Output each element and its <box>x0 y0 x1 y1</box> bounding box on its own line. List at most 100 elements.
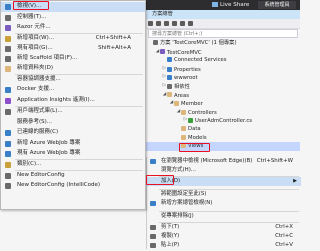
menu-item-label: 新增資料夾(D) <box>17 65 54 71</box>
project-context-menu: 在瀏覽器中檢視 (Microsoft Edge)(B) Ctrl+Shift+W 瀏… <box>146 157 301 250</box>
add-menu-item[interactable]: 服務參考(S)... <box>1 118 145 128</box>
menu-item-label: Razor 元件... <box>17 24 51 30</box>
sync-icon[interactable] <box>156 21 161 26</box>
tree-item[interactable]: ◢ Areas <box>146 91 300 100</box>
menu-item-icon <box>5 109 11 115</box>
add-menu-item[interactable]: 現有項目(G)... Shift+Alt+A <box>1 44 145 54</box>
refresh-icon[interactable] <box>164 21 169 26</box>
context-menu-item[interactable]: 將範圍設定至此(S) <box>147 190 301 199</box>
tree-item[interactable]: ◢ Member <box>146 99 300 108</box>
menu-separator <box>15 73 143 75</box>
menu-item-icon <box>5 66 11 72</box>
home-icon[interactable] <box>148 21 153 26</box>
tree-item-icon <box>167 83 172 89</box>
menu-item-icon <box>5 141 11 147</box>
tree-item[interactable]: Views <box>146 142 300 151</box>
tree-item[interactable]: ▷ Properties <box>146 65 300 74</box>
menu-item-shortcut: Shift+Alt+A <box>98 45 131 51</box>
add-menu-item[interactable]: 類別(C)... <box>1 160 145 170</box>
live-share-button[interactable]: Live Share <box>212 1 249 9</box>
highlight-view-item <box>13 1 49 10</box>
menu-item-label: 新增 Scaffold 項目(F)... <box>17 55 78 61</box>
context-menu-item[interactable]: 在瀏覽器中檢視 (Microsoft Edge)(B) Ctrl+Shift+W <box>147 157 301 166</box>
tree-item-icon <box>167 66 172 72</box>
context-menu-item[interactable]: 複製(Y) Ctrl+C <box>147 232 301 241</box>
menu-item-label: 新增項目(W)... <box>17 35 54 41</box>
collapse-icon[interactable] <box>172 21 177 26</box>
tree-item-label: Controllers <box>188 109 217 116</box>
properties-icon[interactable] <box>188 21 193 26</box>
tree-item-icon <box>167 57 172 63</box>
show-all-icon[interactable] <box>180 21 185 26</box>
menu-item-shortcut: Ctrl+Shift+A <box>95 35 131 41</box>
menu-item-icon <box>5 87 11 93</box>
tree-item-icon <box>167 75 172 81</box>
add-menu-item[interactable]: New EditorConfig <box>1 171 145 181</box>
menu-separator <box>159 176 299 177</box>
tree-item-label: Properties <box>174 66 201 73</box>
tree-item-icon <box>181 109 186 115</box>
menu-item-label: 已連線的服務(C) <box>17 129 59 135</box>
submenu-arrow-icon: ▶ <box>293 178 297 184</box>
tree-item-label: wwwroot <box>174 75 198 82</box>
context-menu-item[interactable]: 剪下(T) Ctrl+X <box>147 223 301 232</box>
menu-item-icon <box>150 201 156 207</box>
add-menu-item[interactable]: 新增 Azure WebJob 專案 <box>1 139 145 149</box>
menu-item-label: Application Insights 遙測(I)... <box>17 97 95 103</box>
menu-item-icon <box>5 36 11 42</box>
tree-item-label: Data <box>188 126 201 132</box>
tree-item-icon <box>174 100 179 106</box>
menu-item-label: 現有項目(G)... <box>17 45 53 51</box>
menu-item-label: New EditorConfig <box>17 172 65 178</box>
context-menu-item[interactable]: 從專案排除(J) <box>147 212 301 221</box>
context-menu-item[interactable]: 瀏覽方式(H)... <box>147 166 301 175</box>
add-menu-item[interactable]: Docker 支援... <box>1 85 145 95</box>
menu-separator <box>159 188 299 190</box>
menu-item-icon <box>5 25 11 31</box>
menu-item-label: 在瀏覽器中檢視 (Microsoft Edge)(B) <box>161 158 253 164</box>
tree-item[interactable]: Models <box>146 134 300 143</box>
tree-item[interactable]: ▷ UserAdmController.cs <box>146 116 300 125</box>
tree-item-label: UserAdmController.cs <box>195 118 253 125</box>
tree-item[interactable]: ◢ Controllers <box>146 108 300 117</box>
add-menu-item[interactable]: 已連線的服務(C) <box>1 128 145 138</box>
menu-item-icon <box>5 130 11 136</box>
menu-item-label: 瀏覽方式(H)... <box>161 167 196 174</box>
menu-item-icon <box>5 15 11 21</box>
add-menu-item[interactable]: 控制器(T)... <box>1 13 145 23</box>
context-menu-item[interactable]: 新增方案總管檢視(N) <box>147 199 301 208</box>
add-menu-item[interactable]: New EditorConfig (IntelliCode) <box>1 181 145 191</box>
add-menu-item[interactable]: 容器協調器支援... <box>1 75 145 85</box>
tree-item-label: Member <box>181 100 203 107</box>
solution-explorer-toolbar <box>146 19 300 29</box>
menu-separator <box>159 221 299 223</box>
tree-item[interactable]: ▷ 相依性 <box>146 82 300 91</box>
menu-item-label: 容器協調器支援... <box>17 76 61 82</box>
live-share-icon <box>212 2 218 7</box>
tree-item[interactable]: Data <box>146 125 300 134</box>
add-menu-item[interactable]: 新增 Scaffold 項目(F)... <box>1 54 145 64</box>
tree-item-icon <box>160 49 165 55</box>
context-menu-item[interactable]: 貼上(P) Ctrl+V <box>147 241 301 250</box>
tree-item-icon <box>188 118 193 124</box>
tree-item-label: 方案 'TestCoreMVC' (1 個專案) <box>160 40 237 46</box>
add-menu-item[interactable]: 新增資料夾(D) <box>1 64 145 74</box>
tree-item-icon <box>153 40 158 45</box>
menu-separator <box>15 158 143 160</box>
menu-item-icon <box>5 46 11 52</box>
solution-search-input[interactable]: 搜尋方案總管 (Ctrl+;) <box>148 29 298 38</box>
tree-item[interactable]: Connected Services <box>146 56 300 65</box>
menu-item-label: 用戶端程式庫(L)... <box>17 108 63 114</box>
menu-item-shortcut: Ctrl+V <box>275 242 293 249</box>
add-menu-item[interactable]: 用戶端程式庫(L)... <box>1 107 145 117</box>
tree-item[interactable]: ▷ wwwroot <box>146 73 300 82</box>
add-menu-item[interactable]: 現有 Azure WebJob 專案 <box>1 149 145 159</box>
menu-separator <box>15 169 143 171</box>
add-menu-item[interactable]: Application Insights 遙測(I)... <box>1 96 145 106</box>
tree-item[interactable]: ◢ TestCoreMVC <box>146 48 300 57</box>
add-menu-item[interactable]: Razor 元件... <box>1 23 145 33</box>
admin-badge[interactable]: 系統管理員 <box>258 1 296 9</box>
tree-item[interactable]: 方案 'TestCoreMVC' (1 個專案) <box>146 39 300 48</box>
menu-item-label: New EditorConfig (IntelliCode) <box>17 182 101 188</box>
add-menu-item[interactable]: 新增項目(W)... Ctrl+Shift+A <box>1 34 145 44</box>
